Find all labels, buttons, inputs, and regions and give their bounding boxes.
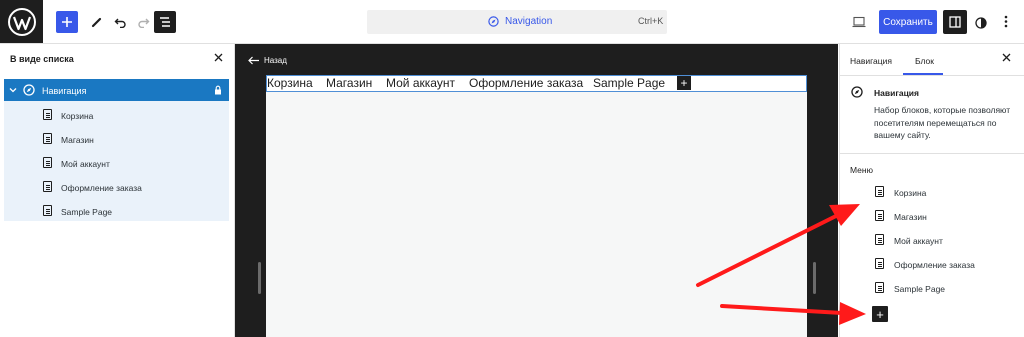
block-card-description: Набор блоков, которые позволяют посетите…: [874, 105, 1011, 140]
pencil-icon: [91, 17, 102, 28]
canvas-resize-handle-left[interactable]: [258, 262, 261, 294]
more-vertical-icon: [1004, 15, 1008, 28]
redo-icon: [137, 18, 149, 28]
undo-button[interactable]: [109, 11, 131, 33]
page-icon: [43, 133, 52, 144]
compass-icon: [488, 16, 499, 27]
settings-panel-icon: [949, 16, 961, 28]
desktop-icon: [852, 16, 866, 28]
page-icon: [875, 210, 884, 221]
canvas-menu-item-sample-page[interactable]: Sample Page: [593, 76, 665, 90]
compass-icon: [851, 86, 863, 98]
page-icon: [875, 186, 884, 197]
command-label: Navigation: [505, 16, 553, 27]
sidebar-menu-item-sample-page[interactable]: Sample Page: [894, 284, 945, 294]
list-view-children: [4, 101, 229, 221]
save-button[interactable]: Сохранить: [879, 10, 937, 34]
lock-icon: [215, 85, 221, 95]
undo-icon: [114, 18, 126, 28]
arrow-left-icon[interactable]: [248, 56, 260, 65]
sidebar-menu-item-account[interactable]: Мой аккаунт: [894, 236, 943, 246]
tools-button[interactable]: [86, 11, 108, 33]
page-icon: [875, 234, 884, 245]
list-view-item-navigation[interactable]: [4, 79, 229, 101]
page-icon: [43, 205, 52, 216]
chevron-down-icon[interactable]: [9, 86, 17, 94]
canvas-menu-item-magazin[interactable]: Магазин: [326, 76, 372, 90]
sidebar-add-menu-item-button[interactable]: +: [872, 306, 888, 322]
divider: [840, 75, 1024, 76]
sidebar-close-button[interactable]: [1002, 51, 1011, 65]
list-view-item-checkout[interactable]: Оформление заказа: [61, 183, 142, 193]
close-icon: [214, 53, 223, 62]
plus-icon: [62, 17, 72, 27]
canvas-menu-item-korzina[interactable]: Корзина: [267, 76, 313, 90]
page-icon: [43, 109, 52, 120]
list-view-title: В виде списка: [10, 54, 74, 64]
list-view-button[interactable]: [154, 11, 176, 33]
wordpress-logo-button[interactable]: [0, 0, 43, 43]
list-view-close-button[interactable]: [214, 51, 223, 65]
page-icon: [875, 258, 884, 269]
list-view-item-magazin[interactable]: Магазин: [61, 135, 94, 145]
list-view-icon: [160, 17, 170, 27]
tab-navigation[interactable]: Навигация: [850, 56, 892, 66]
back-link[interactable]: Назад: [264, 56, 287, 65]
sidebar-menu-item-checkout[interactable]: Оформление заказа: [894, 260, 975, 270]
command-shortcut: Ctrl+K: [638, 16, 664, 26]
page-icon: [43, 181, 52, 192]
canvas-resize-handle-right[interactable]: [813, 262, 816, 294]
sidebar-menu-item-korzina[interactable]: Корзина: [894, 188, 926, 198]
close-icon: [1002, 53, 1011, 62]
sidebar-menu-item-magazin[interactable]: Магазин: [894, 212, 927, 222]
settings-toggle-button[interactable]: [943, 10, 967, 34]
canvas-add-block-button[interactable]: +: [677, 76, 691, 90]
list-view-item-korzina[interactable]: Корзина: [61, 111, 93, 121]
redo-button[interactable]: [132, 11, 154, 33]
divider: [840, 153, 1024, 154]
menu-section-title: Меню: [850, 165, 873, 175]
list-view-item-account[interactable]: Мой аккаунт: [61, 159, 110, 169]
styles-button[interactable]: [975, 16, 987, 34]
compass-icon: [23, 84, 35, 96]
canvas-menu-item-account[interactable]: Мой аккаунт: [386, 76, 455, 90]
page-icon: [875, 282, 884, 293]
page-icon: [43, 157, 52, 168]
canvas-menu-item-checkout[interactable]: Оформление заказа: [469, 76, 583, 90]
tab-block[interactable]: Блок: [915, 56, 934, 66]
wordpress-logo-icon: [7, 7, 36, 36]
canvas-frame: [266, 75, 807, 337]
options-menu-button[interactable]: [1004, 15, 1008, 33]
styles-icon: [975, 17, 987, 29]
block-card-title: Навигация: [874, 88, 919, 98]
list-view-item-sample-page[interactable]: Sample Page: [61, 207, 112, 217]
block-inserter-button[interactable]: [56, 11, 78, 33]
list-view-item-label: Навигация: [42, 86, 87, 96]
preview-device-button[interactable]: [852, 15, 866, 33]
